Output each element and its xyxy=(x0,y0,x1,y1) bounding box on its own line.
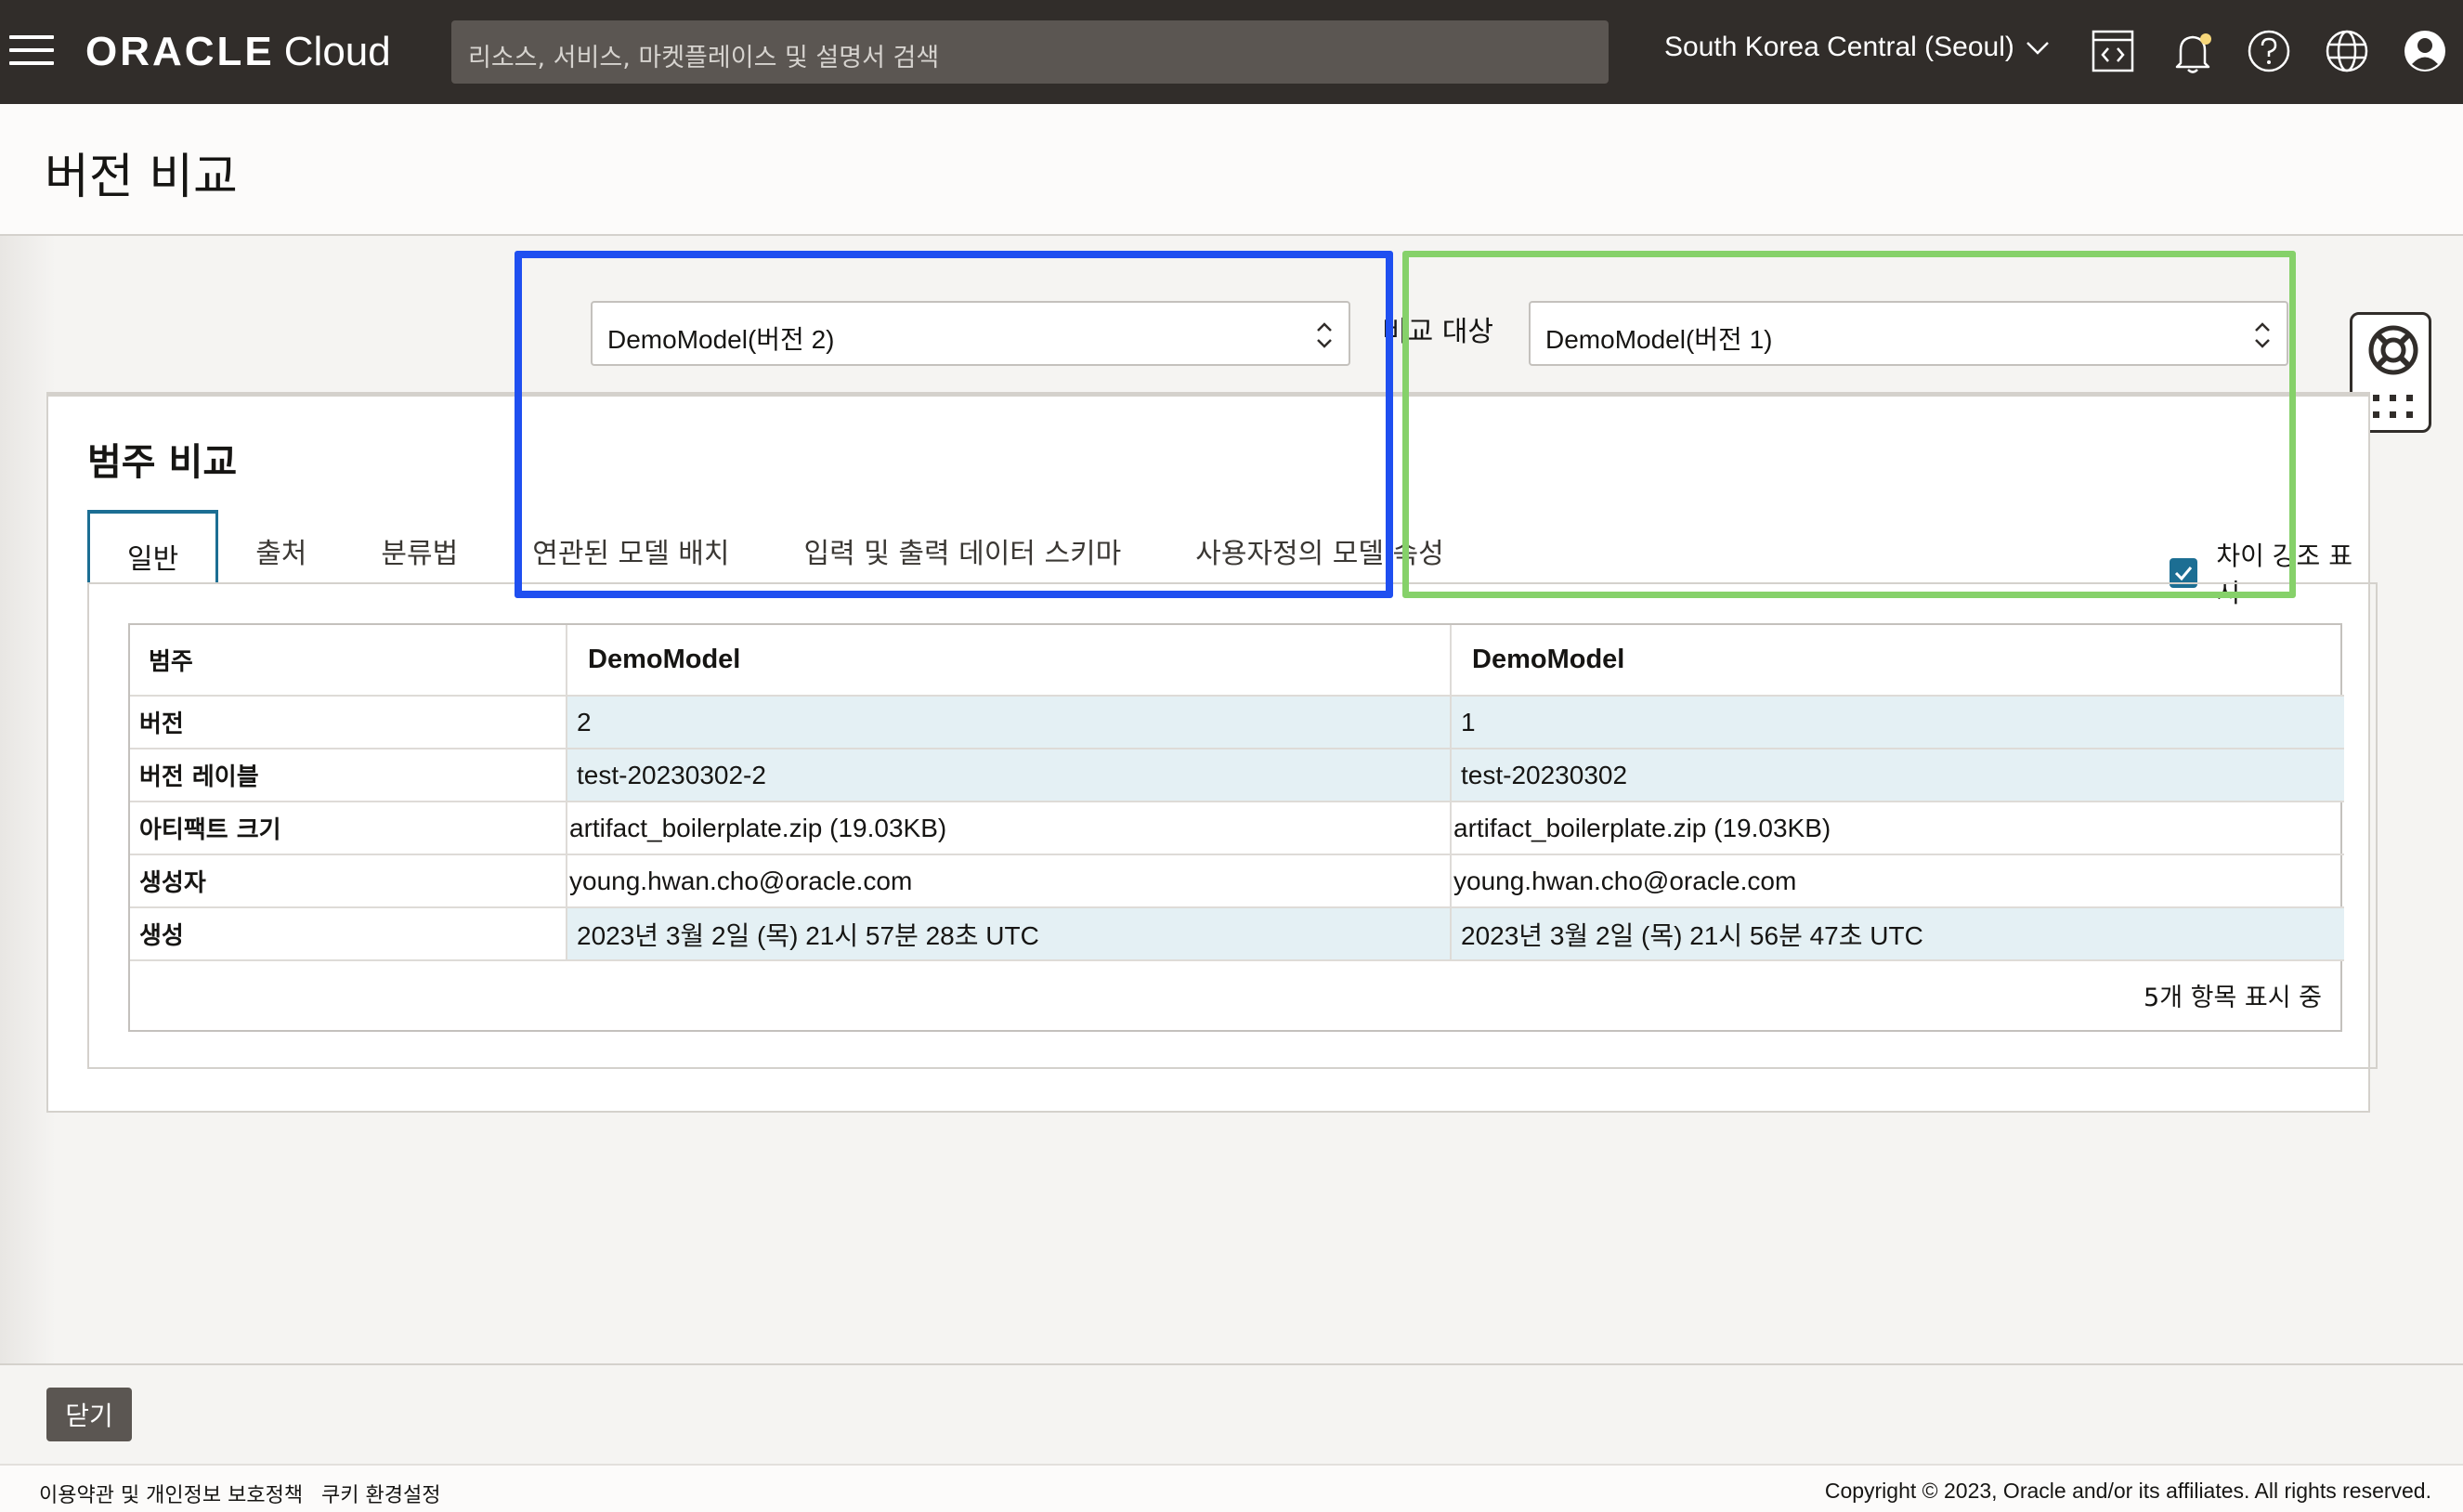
page-header: 버전 비교 xyxy=(0,104,2463,236)
row-label: 버전 레이블 xyxy=(130,749,567,802)
chevron-down-icon xyxy=(2026,42,2049,55)
table-row: 버전 2 1 xyxy=(130,696,2344,749)
left-value: test-20230302-2 xyxy=(567,749,1452,802)
region-label: South Korea Central (Seoul) xyxy=(1664,32,2014,62)
table-row: 생성자 young.hwan.cho@oracle.com young.hwan… xyxy=(130,854,2344,908)
region-selector[interactable]: South Korea Central (Seoul) xyxy=(1664,32,2050,63)
left-value: 2023년 3월 2일 (목) 21시 57분 28초 UTC xyxy=(567,907,1452,961)
copyright-text: Copyright © 2023, Oracle and/or its affi… xyxy=(1824,1479,2431,1503)
table-row: 버전 레이블 test-20230302-2 test-20230302 xyxy=(130,749,2344,802)
tab-general[interactable]: 일반 xyxy=(87,510,219,586)
row-label: 생성 xyxy=(130,907,567,961)
items-count-status: 5개 항목 표시 중 xyxy=(2144,984,2322,1012)
category-tabs: 일반 출처 분류법 연관된 모델 배치 입력 및 출력 데이터 스키마 사용자정… xyxy=(87,510,1481,586)
header-left-model: DemoModel xyxy=(567,625,1452,697)
tab-content: 범주 DemoModel DemoModel 버전 2 1 버전 레이블 tes… xyxy=(87,582,2378,1069)
source-version-select[interactable]: DemoModel(버전 2) xyxy=(591,301,1350,366)
table-row: 생성 2023년 3월 2일 (목) 21시 57분 28초 UTC 2023년… xyxy=(130,907,2344,961)
left-value: artifact_boilerplate.zip (19.03KB) xyxy=(567,802,1452,855)
source-version-value: DemoModel(버전 2) xyxy=(607,325,835,354)
table-row: 아티팩트 크기 artifact_boilerplate.zip (19.03K… xyxy=(130,802,2344,855)
tab-taxonomy[interactable]: 분류법 xyxy=(344,510,495,584)
cookie-preferences-link[interactable]: 쿠키 환경설정 xyxy=(321,1479,440,1508)
header-category: 범주 xyxy=(130,625,567,697)
tab-provenance[interactable]: 출처 xyxy=(218,510,344,584)
left-value: young.hwan.cho@oracle.com xyxy=(567,854,1452,908)
right-value: 1 xyxy=(1451,696,2344,749)
comparison-table: 범주 DemoModel DemoModel 버전 2 1 버전 레이블 tes… xyxy=(128,623,2344,1032)
target-version-select[interactable]: DemoModel(버전 1) xyxy=(1529,301,2288,366)
row-label: 생성자 xyxy=(130,854,567,908)
globe-language-icon[interactable] xyxy=(2322,26,2372,76)
tab-associated-deployments[interactable]: 연관된 모델 배치 xyxy=(495,510,766,584)
close-button[interactable]: 닫기 xyxy=(46,1388,132,1441)
target-version-value: DemoModel(버전 1) xyxy=(1545,325,1773,354)
code-editor-icon[interactable] xyxy=(2088,26,2138,76)
terms-privacy-link[interactable]: 이용약관 및 개인정보 보호정책 xyxy=(39,1479,303,1508)
top-navigation-bar: ORACLE Cloud 리소스, 서비스, 마켓플레이스 및 설명서 검색 So… xyxy=(0,0,2463,104)
table-header-row: 범주 DemoModel DemoModel xyxy=(130,625,2344,697)
lifebuoy-icon xyxy=(2368,325,2418,375)
right-value: young.hwan.cho@oracle.com xyxy=(1451,854,2344,908)
row-label: 아티팩트 크기 xyxy=(130,802,567,855)
bottom-action-bar: 닫기 xyxy=(0,1363,2463,1464)
tab-custom-attributes[interactable]: 사용자정의 모델 속성 xyxy=(1158,510,1480,584)
right-value: artifact_boilerplate.zip (19.03KB) xyxy=(1451,802,2344,855)
right-value: 2023년 3월 2일 (목) 21시 56분 47초 UTC xyxy=(1451,907,2344,961)
header-right-model: DemoModel xyxy=(1451,625,2344,697)
left-value: 2 xyxy=(567,696,1452,749)
apps-grid-icon xyxy=(2373,395,2413,418)
user-profile-icon[interactable] xyxy=(2400,26,2450,76)
panel-title: 범주 비교 xyxy=(87,441,238,484)
oracle-cloud-logo[interactable]: ORACLE Cloud xyxy=(85,26,391,78)
right-value: test-20230302 xyxy=(1451,749,2344,802)
up-down-chevron-icon xyxy=(1317,322,1332,348)
help-icon[interactable] xyxy=(2244,26,2294,76)
tab-io-data-schema[interactable]: 입력 및 출력 데이터 스키마 xyxy=(767,510,1159,584)
compare-target-label: 비교 대상 xyxy=(1382,316,1493,348)
up-down-chevron-icon xyxy=(2255,322,2270,348)
row-label: 버전 xyxy=(130,696,567,749)
checkmark-icon xyxy=(2175,567,2193,581)
notification-bell-icon[interactable] xyxy=(2168,26,2218,76)
page-footer: 이용약관 및 개인정보 보호정책 쿠키 환경설정 Copyright © 202… xyxy=(0,1464,2463,1512)
page-title: 버전 비교 xyxy=(45,150,238,205)
search-input[interactable]: 리소스, 서비스, 마켓플레이스 및 설명서 검색 xyxy=(451,20,1609,84)
category-comparison-panel: 범주 비교 일반 출처 분류법 연관된 모델 배치 입력 및 출력 데이터 스키… xyxy=(46,392,2378,1113)
menu-icon[interactable] xyxy=(9,35,54,67)
brand-oracle: ORACLE xyxy=(85,29,275,74)
brand-cloud: Cloud xyxy=(283,29,391,74)
